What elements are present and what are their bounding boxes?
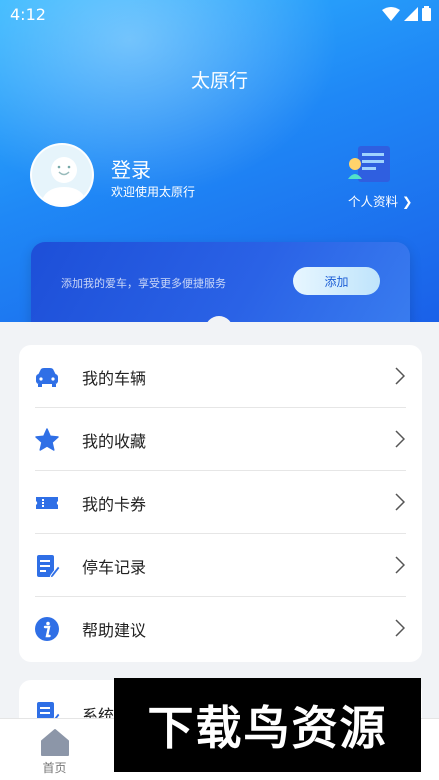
menu-list: 我的车辆 我的收藏 我的卡券 停车记录 帮助建议 xyxy=(19,345,422,662)
avatar[interactable] xyxy=(30,143,94,207)
menu-item-label: 我的车辆 xyxy=(82,368,147,388)
status-bar: 4:12 xyxy=(0,0,439,30)
login-link[interactable]: 登录 xyxy=(111,154,151,183)
info-icon xyxy=(35,617,59,641)
chevron-right-icon xyxy=(395,430,405,448)
menu-item-label: 我的收藏 xyxy=(82,431,147,451)
menu-item-my-vehicles[interactable]: 我的车辆 xyxy=(19,345,422,408)
menu-item-my-favorites[interactable]: 我的收藏 xyxy=(19,408,422,471)
chevron-right-icon xyxy=(395,493,405,511)
battery-icon xyxy=(422,6,431,21)
car-icon xyxy=(36,368,58,387)
menu-item-parking-records[interactable]: 停车记录 xyxy=(19,534,422,597)
menu-item-my-coupons[interactable]: 我的卡券 xyxy=(19,471,422,534)
star-icon xyxy=(35,428,59,451)
welcome-text: 欢迎使用太原行 xyxy=(111,185,196,199)
menu-item-help-feedback[interactable]: 帮助建议 xyxy=(19,597,422,660)
signal-icon xyxy=(404,6,418,21)
tab-home[interactable]: 首页 xyxy=(0,719,109,780)
page-title: 太原行 xyxy=(190,70,248,92)
wifi-icon xyxy=(382,6,400,21)
profile-document-icon xyxy=(348,146,390,182)
home-icon xyxy=(41,729,69,756)
menu-item-label: 帮助建议 xyxy=(82,620,147,640)
chevron-right-icon xyxy=(395,556,405,574)
chevron-right-icon xyxy=(395,619,405,637)
document-edit-icon xyxy=(37,555,60,579)
ticket-icon xyxy=(36,497,58,509)
profile-link[interactable]: 个人资料 ❯ xyxy=(344,143,424,213)
menu-item-label: 停车记录 xyxy=(82,557,147,577)
add-car-button[interactable]: 添加 xyxy=(293,267,380,295)
watermark-overlay: 下载鸟资源 xyxy=(114,678,421,772)
profile-label: 个人资料 ❯ xyxy=(348,194,413,209)
status-icons xyxy=(382,6,431,21)
status-time: 4:12 xyxy=(10,5,46,24)
chevron-right-icon xyxy=(395,367,405,385)
tab-label: 首页 xyxy=(42,761,67,775)
add-car-hint: 添加我的爱车，享受更多便捷服务 xyxy=(61,277,226,290)
menu-item-label: 我的卡券 xyxy=(82,494,147,514)
user-avatar-icon xyxy=(40,157,88,205)
